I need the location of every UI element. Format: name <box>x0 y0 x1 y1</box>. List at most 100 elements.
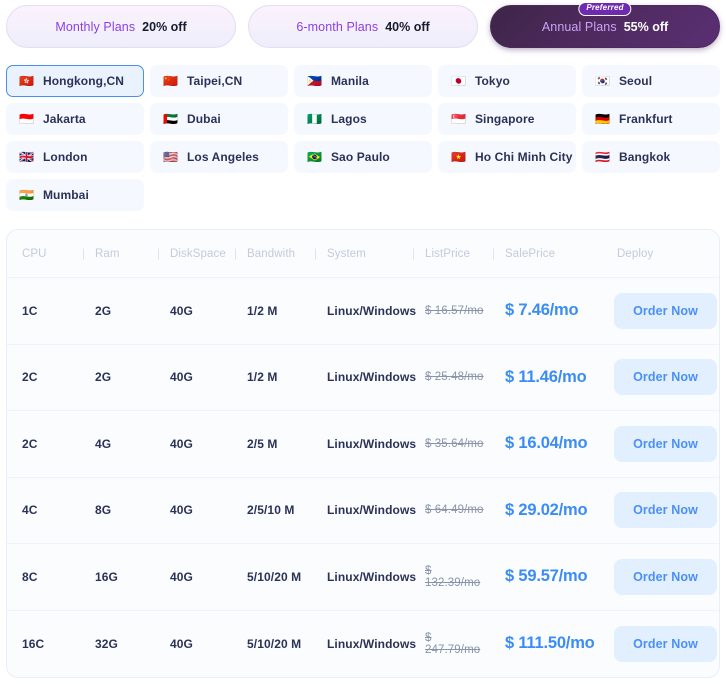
flag-icon: 🇮🇳 <box>19 188 34 202</box>
cell-list-price: $ 247.79/mo <box>425 631 481 656</box>
cell-list-price: $ 64.49/mo <box>425 504 484 517</box>
location-item-frankfurt[interactable]: 🇩🇪 Frankfurt <box>582 103 720 135</box>
location-item-london[interactable]: 🇬🇧 London <box>6 141 144 173</box>
location-item-hongkong-cn[interactable]: 🇭🇰 Hongkong,CN <box>6 65 144 97</box>
cell-sale-price: $ 111.50/mo <box>505 634 595 653</box>
cell-ram: 8G <box>95 503 112 518</box>
cell-sale-price: $ 7.46/mo <box>505 301 579 320</box>
cell-cpu: 2C <box>22 370 38 385</box>
cell-ram: 2G <box>95 303 112 318</box>
order-now-button[interactable]: Order Now <box>614 292 717 329</box>
table-row: 2C 2G 40G 1/2 M Linux/Windows $ 25.48/mo $ 11.… <box>7 345 719 411</box>
cell-deploy: Order Now <box>602 492 719 529</box>
cell-ram: 4G <box>95 436 112 451</box>
location-item-sao-paulo[interactable]: 🇧🇷 Sao Paulo <box>294 141 432 173</box>
cell-bandwidth: 1/2 M <box>247 370 278 385</box>
table-row: 8C 16G 40G 5/10/20 M Linux/Windows $ 132.39/m… <box>7 544 719 611</box>
table-row: 16C 32G 40G 5/10/20 M Linux/Windows $ 247.79/… <box>7 611 719 678</box>
cell-disk: 40G <box>170 370 193 385</box>
location-item-dubai[interactable]: 🇦🇪 Dubai <box>150 103 288 135</box>
cell-bandwidth: 5/10/20 M <box>247 569 302 584</box>
flag-icon: 🇳🇬 <box>307 112 322 126</box>
cell-deploy: Order Now <box>602 558 719 595</box>
cell-system: Linux/Windows <box>327 436 417 451</box>
column-header-system: System <box>312 248 410 260</box>
location-item-lagos[interactable]: 🇳🇬 Lagos <box>294 103 432 135</box>
column-header-listprice: ListPrice <box>410 248 490 260</box>
cell-deploy: Order Now <box>602 292 719 329</box>
cell-ram: 16G <box>95 569 118 584</box>
plan-tab-monthly-plans[interactable]: Monthly Plans 20% off <box>6 5 236 48</box>
location-label: Tokyo <box>474 74 510 88</box>
location-item-mumbai[interactable]: 🇮🇳 Mumbai <box>6 179 144 211</box>
cell-sale-price: $ 16.04/mo <box>505 434 588 453</box>
cell-sale-price: $ 11.46/mo <box>505 367 587 386</box>
location-label: Hongkong,CN <box>42 74 125 88</box>
location-label: Dubai <box>186 112 221 126</box>
location-item-los-angeles[interactable]: 🇺🇸 Los Angeles <box>150 141 288 173</box>
flag-icon: 🇻🇳 <box>451 150 466 164</box>
cell-cpu: 2C <box>22 436 38 451</box>
order-now-button[interactable]: Order Now <box>614 492 717 529</box>
cell-list-price: $ 132.39/mo <box>425 564 481 589</box>
plan-tab-name: 6-month Plans <box>296 19 379 34</box>
cell-cpu: 8C <box>22 569 38 584</box>
flag-icon: 🇬🇧 <box>19 150 34 164</box>
plan-tab-name: Annual Plans <box>541 19 617 34</box>
location-grid: 🇭🇰 Hongkong,CN 🇨🇳 Taipei,CN 🇵🇭 Manila 🇯🇵 Tokyo 🇰… <box>0 55 726 211</box>
cell-disk: 40G <box>170 436 193 451</box>
location-label: London <box>42 150 88 164</box>
location-label: Manila <box>330 74 369 88</box>
plan-tab-name: Monthly Plans <box>55 19 136 34</box>
cell-bandwidth: 1/2 M <box>247 303 278 318</box>
flag-icon: 🇺🇸 <box>163 150 178 164</box>
flag-icon: 🇹🇭 <box>595 150 610 164</box>
order-now-button[interactable]: Order Now <box>614 425 717 462</box>
location-label: Jakarta <box>42 112 86 126</box>
cell-list-price: $ 25.48/mo <box>425 371 484 384</box>
cell-disk: 40G <box>170 303 193 318</box>
location-item-taipei-cn[interactable]: 🇨🇳 Taipei,CN <box>150 65 288 97</box>
cell-deploy: Order Now <box>602 359 719 396</box>
location-label: Taipei,CN <box>186 74 243 88</box>
location-label: Seoul <box>618 74 653 88</box>
location-label: Sao Paulo <box>330 150 390 164</box>
cell-system: Linux/Windows <box>327 569 417 584</box>
cell-bandwidth: 2/5 M <box>247 436 278 451</box>
cell-bandwidth: 5/10/20 M <box>247 636 302 651</box>
location-item-tokyo[interactable]: 🇯🇵 Tokyo <box>438 65 576 97</box>
table-row: 2C 4G 40G 2/5 M Linux/Windows $ 35.64/mo $ 16.… <box>7 411 719 478</box>
plan-tab-6-month-plans[interactable]: 6-month Plans 40% off <box>248 5 478 48</box>
flag-icon: 🇮🇩 <box>19 112 34 126</box>
flag-icon: 🇭🇰 <box>19 74 34 88</box>
location-item-jakarta[interactable]: 🇮🇩 Jakarta <box>6 103 144 135</box>
plan-tabs: Monthly Plans 20% off 6-month Plans 40% off… <box>0 0 726 55</box>
location-item-singapore[interactable]: 🇸🇬 Singapore <box>438 103 576 135</box>
column-header-saleprice: SalePrice <box>490 248 602 260</box>
location-item-bangkok[interactable]: 🇹🇭 Bangkok <box>582 141 720 173</box>
order-now-button[interactable]: Order Now <box>614 558 717 595</box>
location-item-manila[interactable]: 🇵🇭 Manila <box>294 65 432 97</box>
order-now-button[interactable]: Order Now <box>614 625 717 662</box>
flag-icon: 🇩🇪 <box>595 112 610 126</box>
location-label: Los Angeles <box>186 150 259 164</box>
cell-list-price: $ 16.57/mo <box>425 304 484 317</box>
cell-ram: 32G <box>95 636 118 651</box>
flag-icon: 🇦🇪 <box>163 112 178 126</box>
cell-system: Linux/Windows <box>327 303 417 318</box>
order-now-button[interactable]: Order Now <box>614 359 717 396</box>
plan-tab-annual-plans[interactable]: Preferred Annual Plans 55% off <box>490 2 720 48</box>
column-header-cpu: CPU <box>22 247 47 260</box>
cell-cpu: 1C <box>22 303 38 318</box>
location-item-seoul[interactable]: 🇰🇷 Seoul <box>582 65 720 97</box>
cell-cpu: 16C <box>22 636 45 651</box>
cell-disk: 40G <box>170 636 193 651</box>
cell-bandwidth: 2/5/10 M <box>247 503 295 518</box>
cell-system: Linux/Windows <box>327 503 417 518</box>
cell-deploy: Order Now <box>602 425 719 462</box>
cell-deploy: Order Now <box>602 625 719 662</box>
column-header-deploy: Deploy <box>617 247 654 260</box>
location-item-ho-chi-minh-city[interactable]: 🇻🇳 Ho Chi Minh City <box>438 141 576 173</box>
plan-tab-discount: 20% off <box>142 19 187 34</box>
plan-tab-discount: 55% off <box>623 19 669 34</box>
